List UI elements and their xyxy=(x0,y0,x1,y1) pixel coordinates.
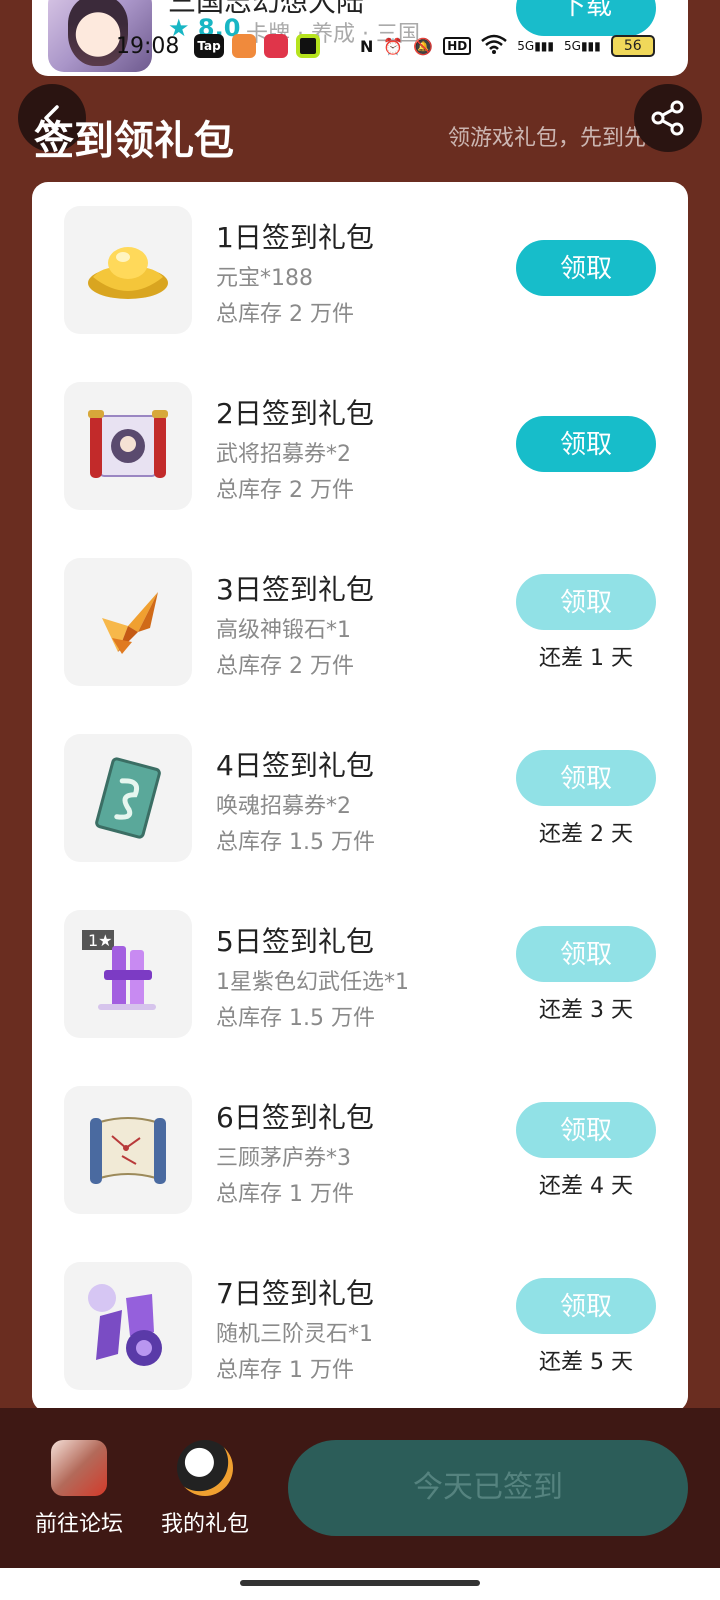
notification-icons: Tap xyxy=(194,34,320,58)
gift-row: 2日签到礼包 武将招募券*2 总库存 2 万件 领取 xyxy=(32,358,688,534)
days-left-text: 还差 1 天 xyxy=(539,646,633,671)
claim-button[interactable]: 领取 xyxy=(516,574,656,630)
my-gifts-link[interactable]: 我的礼包 xyxy=(150,1440,260,1538)
gift-stock: 总库存 1.5 万件 xyxy=(216,1006,375,1031)
wifi-icon xyxy=(481,34,508,58)
network-type-2: 5G xyxy=(564,39,581,53)
share-icon xyxy=(651,100,684,136)
days-left-text: 还差 3 天 xyxy=(539,998,633,1023)
signal-icon: 5G▮▮▮ xyxy=(517,39,554,53)
gift-stock: 总库存 2 万件 xyxy=(216,654,354,679)
bottom-action-bar: 前往论坛 我的礼包 今天已签到 xyxy=(0,1408,720,1568)
network-type-1: 5G xyxy=(517,39,535,53)
claim-button[interactable]: 领取 xyxy=(516,1102,656,1158)
gift-stock: 总库存 2 万件 xyxy=(216,478,354,503)
gift-desc: 高级神锻石*1 xyxy=(216,618,351,643)
nfc-icon: N xyxy=(360,36,374,56)
spirit-stone-icon xyxy=(64,1262,192,1390)
home-indicator[interactable] xyxy=(240,1580,480,1586)
page-title: 签到领礼包 xyxy=(34,118,234,164)
gift-desc: 随机三阶灵石*1 xyxy=(216,1322,373,1347)
gift-stock: 总库存 2 万件 xyxy=(216,302,354,327)
days-left-text: 还差 4 天 xyxy=(539,1174,633,1199)
my-gifts-label: 我的礼包 xyxy=(160,1512,249,1537)
gift-title: 6日签到礼包 xyxy=(216,1101,374,1134)
nav-bar xyxy=(0,1568,720,1600)
claim-button[interactable]: 领取 xyxy=(516,416,656,472)
gift-row: 3日签到礼包 高级神锻石*1 总库存 2 万件 领取 还差 1 天 xyxy=(32,534,688,710)
gift-list: 1日签到礼包 元宝*188 总库存 2 万件 领取 2日签到礼包 武将招募券*2… xyxy=(32,182,688,1412)
gift-row: 4日签到礼包 唤魂招募券*2 总库存 1.5 万件 领取 还差 2 天 xyxy=(32,710,688,886)
gift-desc: 唤魂招募券*2 xyxy=(216,794,351,819)
gift-title: 2日签到礼包 xyxy=(216,397,374,430)
gift-desc: 武将招募券*2 xyxy=(216,442,351,467)
gift-row: 1日签到礼包 元宝*188 总库存 2 万件 领取 xyxy=(32,182,688,358)
game-avatar-icon xyxy=(51,1440,107,1496)
system-icons: N ⏰ 🔕 HD 5G▮▮▮ 5G▮▮▮ 56 xyxy=(360,34,655,58)
gift-row: 6日签到礼包 三顾茅庐券*3 总库存 1 万件 领取 还差 4 天 xyxy=(32,1062,688,1238)
gift-title: 5日签到礼包 xyxy=(216,925,374,958)
book-app-icon xyxy=(232,34,256,58)
hd-icon: HD xyxy=(443,37,472,55)
hand-app-icon xyxy=(264,34,288,58)
battery-icon: 56 xyxy=(610,35,655,57)
claim-button[interactable]: 领取 xyxy=(516,926,656,982)
alarm-icon: ⏰ xyxy=(383,36,404,56)
map-scroll-icon xyxy=(64,1086,192,1214)
gift-title: 3日签到礼包 xyxy=(216,573,374,606)
circle-app-icon xyxy=(296,34,320,58)
claim-button[interactable]: 领取 xyxy=(516,1278,656,1334)
forging-stone-icon xyxy=(64,558,192,686)
taptap-icon: Tap xyxy=(194,34,224,58)
gold-ingot-icon xyxy=(64,206,192,334)
soul-ticket-icon xyxy=(64,734,192,862)
gift-row: 7日签到礼包 随机三阶灵石*1 总库存 1 万件 领取 还差 5 天 xyxy=(32,1238,688,1412)
status-bar: 19:08 Tap N ⏰ 🔕 HD 5G▮▮▮ 5G▮▮▮ 56 xyxy=(0,30,720,66)
gift-title: 1日签到礼包 xyxy=(216,221,374,254)
gift-box-icon xyxy=(177,1440,233,1496)
days-left-text: 还差 2 天 xyxy=(539,822,633,847)
days-left-text: 还差 5 天 xyxy=(539,1350,633,1375)
claim-button[interactable]: 领取 xyxy=(516,240,656,296)
gift-title: 4日签到礼包 xyxy=(216,749,374,782)
claim-button[interactable]: 领取 xyxy=(516,750,656,806)
status-time: 19:08 xyxy=(116,34,180,59)
gift-title: 7日签到礼包 xyxy=(216,1277,374,1310)
gift-desc: 元宝*188 xyxy=(216,266,313,291)
signal-icon-2: 5G▮▮▮ xyxy=(564,39,601,53)
scroll-recruit-icon xyxy=(64,382,192,510)
purple-weapon-icon: 1★ xyxy=(64,910,192,1038)
gift-desc: 三顾茅庐券*3 xyxy=(216,1146,351,1171)
mute-icon: 🔕 xyxy=(413,36,434,56)
gift-stock: 总库存 1 万件 xyxy=(216,1358,354,1383)
gift-desc: 1星紫色幻武任选*1 xyxy=(216,970,409,995)
share-button[interactable] xyxy=(634,84,702,152)
gift-stock: 总库存 1 万件 xyxy=(216,1182,354,1207)
svg-text:1★: 1★ xyxy=(88,931,113,950)
gift-stock: 总库存 1.5 万件 xyxy=(216,830,375,855)
forum-label: 前往论坛 xyxy=(34,1512,123,1537)
forum-link[interactable]: 前往论坛 xyxy=(24,1440,134,1538)
gift-row: 1★ 5日签到礼包 1星紫色幻武任选*1 总库存 1.5 万件 领取 还差 3 … xyxy=(32,886,688,1062)
signed-in-button[interactable]: 今天已签到 xyxy=(288,1440,688,1536)
